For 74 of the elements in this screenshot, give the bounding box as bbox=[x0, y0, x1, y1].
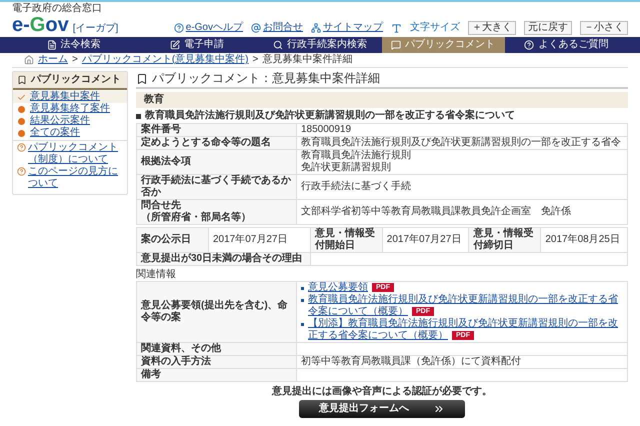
sidebar-item[interactable]: 全ての案件 bbox=[13, 127, 127, 139]
table-header-cell: 意見提出が30日未満の場合その理由 bbox=[136, 252, 310, 266]
section-heading: 関連情報 bbox=[136, 269, 177, 281]
table-header-cell: 意見・情報受付開始日 bbox=[310, 228, 382, 252]
double-chevron-icon bbox=[433, 403, 445, 415]
table-header-cell: 関連資料、その他 bbox=[136, 342, 296, 356]
font-size-button[interactable]: 元に戻す bbox=[524, 21, 572, 35]
breadcrumb-separator: > bbox=[72, 54, 78, 66]
utility-link[interactable]: サイトマップ bbox=[311, 22, 383, 34]
utility-link[interactable]: e-Govヘルプ bbox=[174, 22, 243, 34]
nav-icon bbox=[524, 40, 534, 50]
table-header-cell: 備考 bbox=[136, 368, 296, 382]
table-header-cell: 意見公募要領(提出先を含む)、命令等の案 bbox=[136, 282, 296, 342]
page-title: パブリックコメント：意見募集中案件詳細 bbox=[152, 71, 380, 86]
help-icon bbox=[17, 143, 26, 152]
bullet-icon bbox=[18, 106, 25, 112]
table-header-cell: 案の公示日 bbox=[136, 228, 208, 252]
sidebar-title: パブリックコメント bbox=[31, 74, 121, 86]
nav-tab[interactable]: 法令検索 bbox=[12, 37, 136, 53]
table-header-cell: 根拠法令項 bbox=[136, 150, 296, 174]
bullet-icon bbox=[18, 130, 25, 136]
case-subject: 教育職員免許法施行規則及び免許状更新講習規則の一部を改正する省令案について bbox=[145, 110, 515, 122]
help-icon bbox=[17, 167, 26, 176]
help-link[interactable]: パブリックコメント（制度）について bbox=[13, 142, 127, 166]
table-cell: 行政手続法に基づく手続 bbox=[296, 174, 628, 200]
table-cell: 2017年08月25日 bbox=[540, 228, 628, 252]
bullet-icon bbox=[301, 299, 304, 302]
table-header-cell: 意見・情報受付締切日 bbox=[468, 228, 541, 252]
breadcrumb-separator: > bbox=[252, 54, 258, 66]
help-link[interactable]: このページの見方について bbox=[13, 166, 127, 190]
table-header-cell: 資料の入手方法 bbox=[136, 356, 296, 368]
font-size-button[interactable]: ＋大きく bbox=[468, 21, 516, 35]
sidebar-item[interactable]: 意見募集終了案件 bbox=[13, 103, 127, 115]
breadcrumb-current: 意見募集中案件詳細 bbox=[262, 54, 352, 66]
utility-link[interactable]: お問合せ bbox=[251, 22, 303, 34]
font-size-button[interactable]: －小さく bbox=[580, 21, 628, 35]
table-cell: 185000919 bbox=[296, 124, 628, 136]
sidebar-item[interactable]: 意見募集中案件 bbox=[13, 91, 127, 103]
nav-icon bbox=[273, 40, 283, 50]
text-size-icon bbox=[391, 22, 402, 34]
notice-text: 意見提出には画像や音声による認証が必要です。 bbox=[272, 386, 492, 398]
nav-icon bbox=[170, 40, 180, 50]
help-icon bbox=[174, 23, 184, 33]
font-size-label: 文字サイズ bbox=[410, 22, 460, 34]
table-header-cell: 案件番号 bbox=[136, 124, 296, 136]
sitemap-icon bbox=[311, 23, 321, 33]
table-header-cell: 定めようとする命令等の題名 bbox=[136, 136, 296, 150]
logo[interactable]: e-Gov bbox=[12, 15, 69, 35]
check-icon bbox=[17, 92, 26, 102]
bullet-icon bbox=[301, 323, 304, 326]
nav-tab[interactable]: 電子申請 bbox=[135, 37, 258, 53]
table-cell: 教育職員免許法施行規則及び免許状更新講習規則の一部を改正する省令 bbox=[296, 136, 628, 150]
sidebar-item[interactable]: 結果公示案件 bbox=[13, 115, 127, 127]
breadcrumb-link[interactable]: パブリックコメント(意見募集中案件) bbox=[82, 54, 249, 66]
table-cell: 教育職員免許法施行規則 免許状更新講習規則 bbox=[296, 150, 628, 174]
nav-tab[interactable]: 行政手続案内検索 bbox=[258, 37, 382, 53]
table-cell: 初等中等教育局教職員課（免許係）にて資料配付 bbox=[296, 356, 628, 368]
at-sign-icon bbox=[251, 23, 261, 33]
table-cell: 2017年07月27日 bbox=[382, 228, 469, 252]
submit-form-button[interactable]: 意見提出フォームへ bbox=[299, 400, 465, 418]
bullet-icon bbox=[18, 118, 25, 124]
nav-icon bbox=[391, 40, 402, 50]
bullet-icon bbox=[301, 287, 304, 290]
category-band: 教育 bbox=[136, 92, 628, 108]
square-icon bbox=[136, 114, 141, 118]
nav-icon bbox=[46, 40, 57, 50]
nav-tab[interactable]: よくあるご質問 bbox=[504, 37, 628, 53]
table-header-cell: 行政手続法に基づく手続であるか否か bbox=[136, 174, 296, 200]
table-header-cell: 問合せ先 （所管府省・部局名等） bbox=[136, 200, 296, 224]
logo-reading: [イーガブ] bbox=[72, 23, 118, 35]
breadcrumb-link[interactable]: ホーム bbox=[38, 54, 68, 66]
table-cell: 文部科学省初等中等教育局教職員課教員免許企画室 免許係 bbox=[296, 200, 628, 224]
home-icon bbox=[24, 55, 34, 65]
tagline: 電子政府の総合窓口 bbox=[12, 3, 103, 15]
